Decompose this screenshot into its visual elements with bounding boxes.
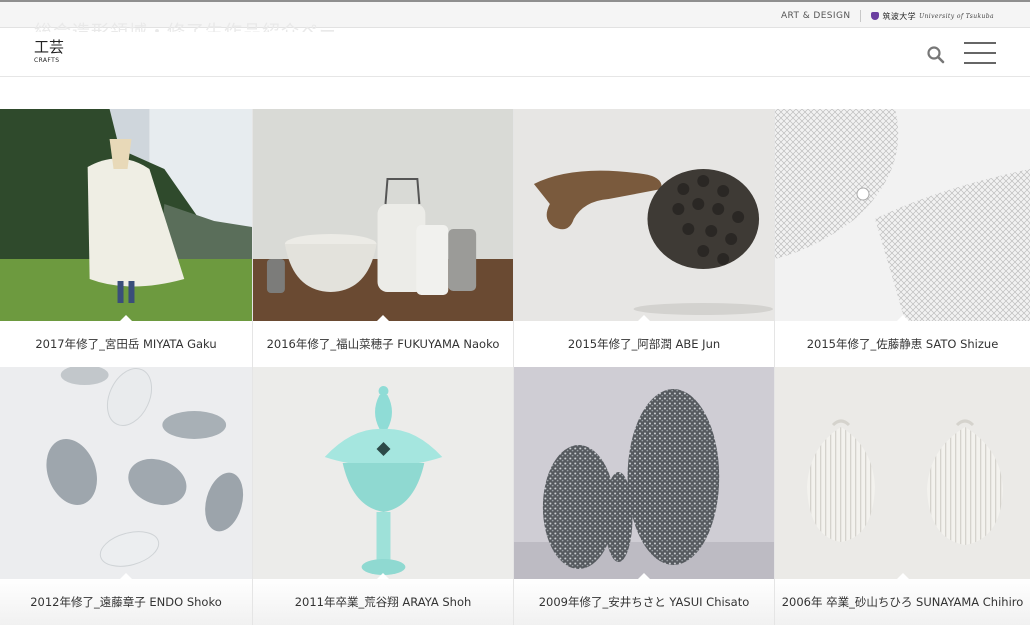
university-subname: University of Tsukuba [919, 12, 994, 20]
work-photo [253, 109, 513, 321]
work-card[interactable]: 2011年卒業_荒谷翔 ARAYA Shoh [253, 367, 514, 625]
work-photo [514, 109, 774, 321]
work-caption: 2017年修了_宮田岳 MIYATA Gaku [35, 337, 217, 351]
hamburger-menu-icon[interactable] [964, 42, 996, 64]
work-photo [0, 109, 252, 321]
divider [860, 10, 862, 22]
site-brand[interactable]: 工芸 CRAFTS [34, 38, 65, 65]
work-photo [253, 367, 513, 579]
work-caption: 2016年修了_福山菜穂子 FUKUYAMA Naoko [266, 337, 500, 351]
work-card[interactable]: 2012年修了_遠藤章子 ENDO Shoko [0, 367, 253, 625]
search-icon[interactable] [926, 45, 946, 65]
utility-links: ART & DESIGN 筑波大学 University of Tsukuba [781, 10, 994, 22]
work-photo [514, 367, 774, 579]
work-caption: 2006年 卒業_砂山ちひろ SUNAYAMA Chihiro [775, 579, 1030, 625]
work-card[interactable]: 2016年修了_福山菜穂子 FUKUYAMA Naoko [253, 109, 514, 367]
work-card[interactable]: 2015年修了_佐藤静恵 SATO Shizue [775, 109, 1030, 367]
work-card[interactable]: 2015年修了_阿部潤 ABE Jun [514, 109, 775, 367]
university-logo-link[interactable]: 筑波大学 University of Tsukuba [871, 11, 994, 22]
work-photo [775, 109, 1030, 321]
work-card[interactable]: 2017年修了_宮田岳 MIYATA Gaku [0, 109, 253, 367]
work-caption: 2011年卒業_荒谷翔 ARAYA Shoh [253, 579, 513, 625]
works-grid: 2017年修了_宮田岳 MIYATA Gaku 2016年修了_福山菜穂子 FU… [0, 109, 1030, 625]
brand-title: 工芸 [34, 38, 65, 56]
work-card[interactable]: 2009年修了_安井ちさと YASUI Chisato [514, 367, 775, 625]
work-caption: 2015年修了_佐藤静恵 SATO Shizue [806, 337, 999, 351]
work-photo [775, 367, 1030, 579]
brand-subtitle: CRAFTS [34, 57, 60, 64]
header-divider [0, 76, 1030, 77]
work-card[interactable]: 2006年 卒業_砂山ちひろ SUNAYAMA Chihiro [775, 367, 1030, 625]
work-photo [0, 367, 252, 579]
work-caption: 2015年修了_阿部潤 ABE Jun [567, 337, 721, 351]
university-emblem-icon [871, 12, 880, 20]
work-caption: 2012年修了_遠藤章子 ENDO Shoko [0, 579, 252, 625]
faded-heading: 総合造形領域・修了生作品紹介ページ作品 [34, 18, 334, 32]
university-name: 筑波大学 [882, 11, 917, 21]
work-caption: 2009年修了_安井ちさと YASUI Chisato [514, 579, 774, 625]
site-header: 総合造形領域・修了生作品紹介ページ作品 工芸 CRAFTS [0, 22, 1030, 76]
art-design-link[interactable]: ART & DESIGN [781, 11, 850, 21]
